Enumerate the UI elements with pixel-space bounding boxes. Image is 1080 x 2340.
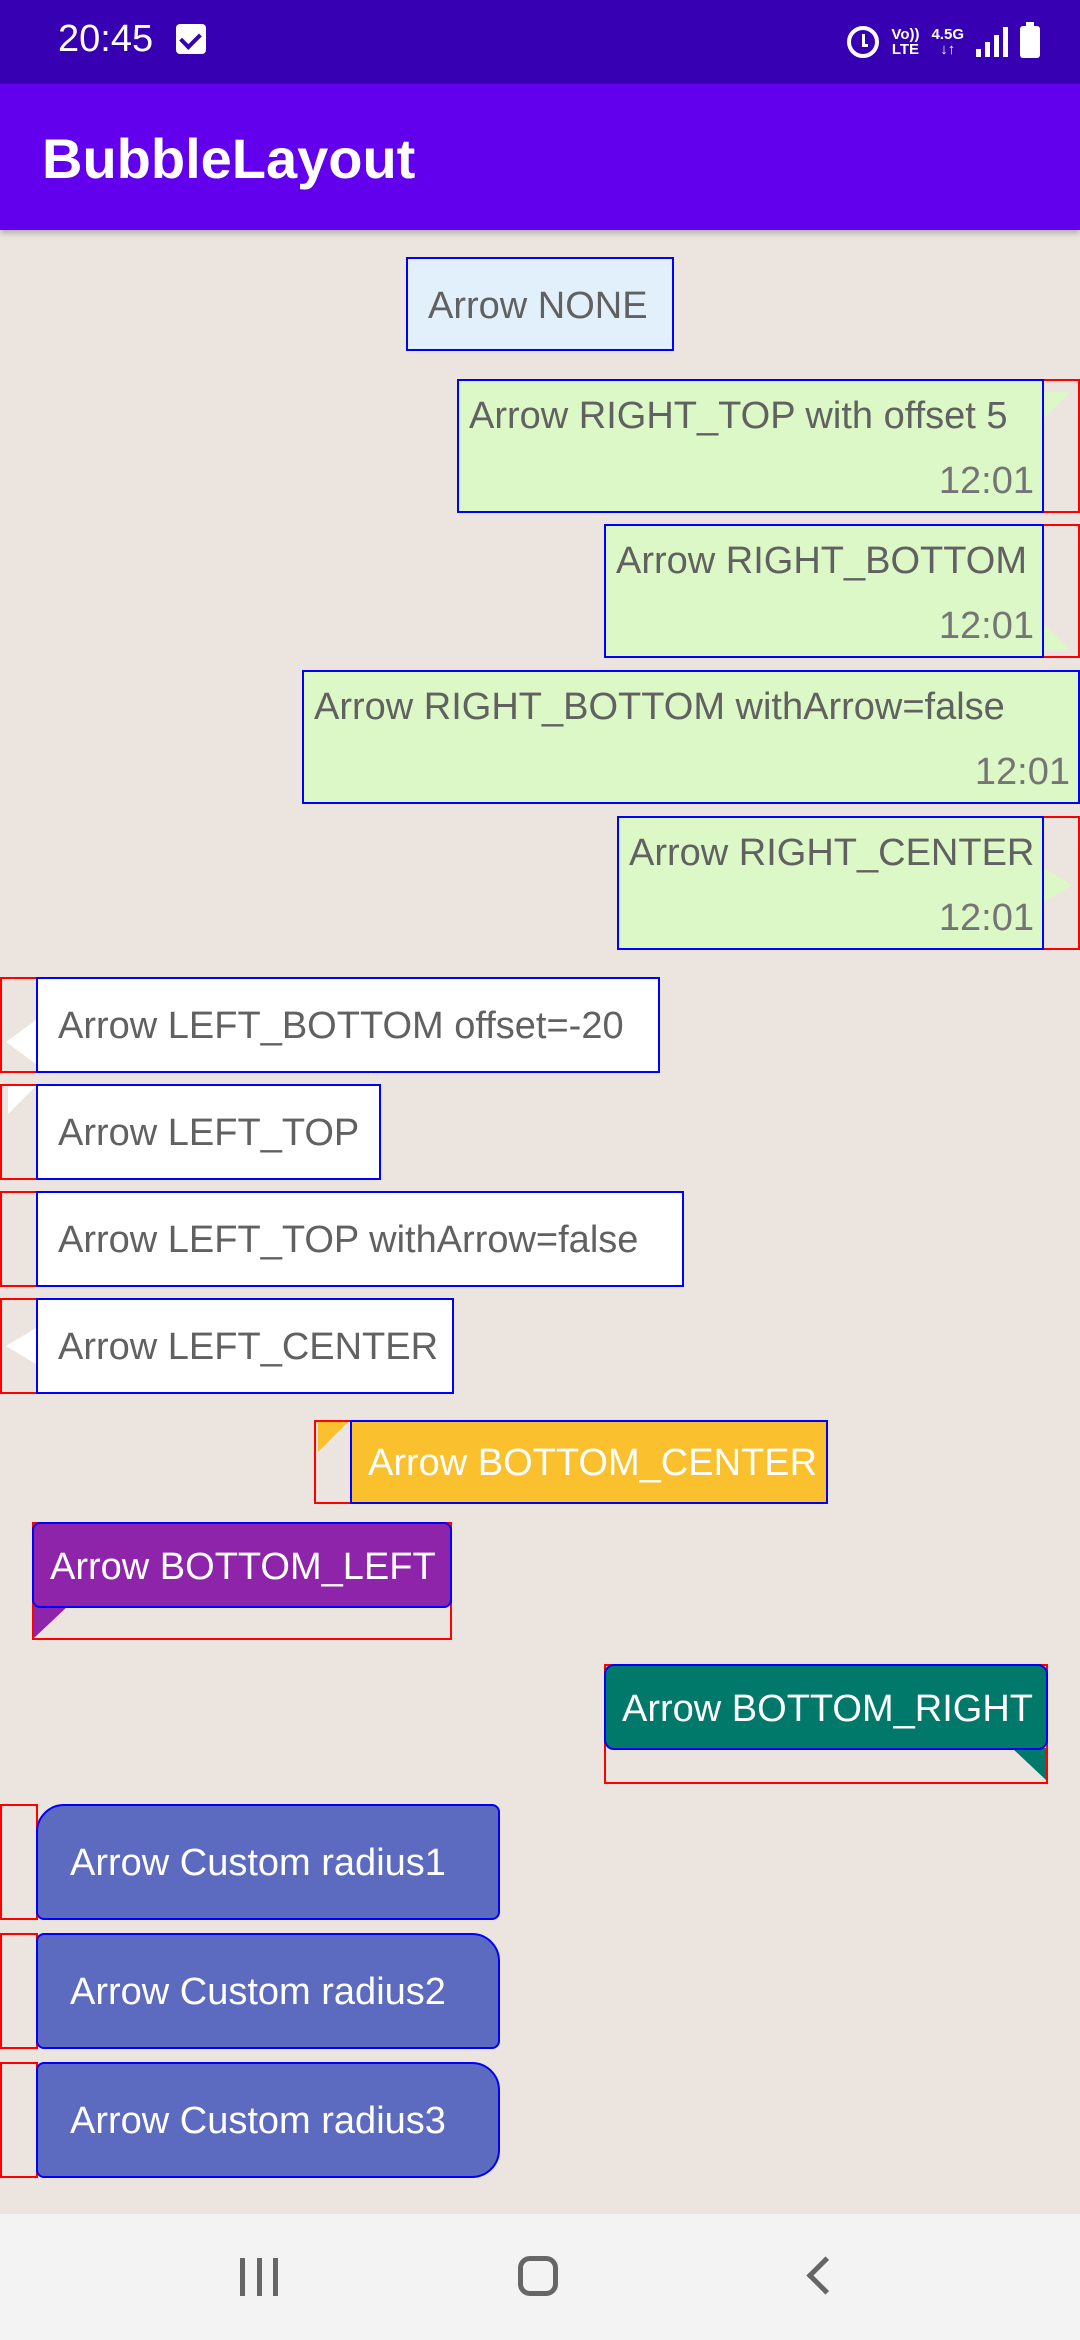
bubble-right-center[interactable]: Arrow RIGHT_CENTER 12:01 (617, 816, 1044, 950)
signal-icon (976, 27, 1008, 57)
bubble-custom-radius2[interactable]: Arrow Custom radius2 (36, 1933, 500, 2049)
bubble-custom-radius1[interactable]: Arrow Custom radius1 (36, 1804, 500, 1920)
bubble-right-bottom-no-arrow[interactable]: Arrow RIGHT_BOTTOM withArrow=false 12:01 (302, 670, 1080, 804)
bubble-left-top[interactable]: Arrow LEFT_TOP (36, 1084, 381, 1180)
bubble-text: Arrow LEFT_TOP (58, 1112, 360, 1154)
bubble-text: Arrow LEFT_CENTER (58, 1326, 439, 1368)
bubble-text: Arrow RIGHT_TOP with offset 5 (469, 395, 1008, 437)
network-type-icon: 4.5G ↓↑ (931, 26, 964, 58)
bubble-right-top[interactable]: Arrow RIGHT_TOP with offset 5 12:01 (457, 379, 1044, 513)
bubble-text: Arrow BOTTOM_RIGHT (622, 1688, 1033, 1730)
bubble-time: 12:01 (974, 751, 1070, 793)
bubble-text: Arrow RIGHT_BOTTOM withArrow=false (314, 686, 1005, 728)
bubble-text: Arrow NONE (428, 285, 648, 327)
bubble-text: Arrow LEFT_TOP withArrow=false (58, 1219, 639, 1261)
arrow-left-center (6, 1328, 36, 1364)
bubble-time: 12:01 (938, 897, 1034, 939)
arrow-frame (0, 2062, 38, 2178)
bubble-custom-radius3[interactable]: Arrow Custom radius3 (36, 2062, 500, 2178)
arrow-bottom-right (1012, 1748, 1046, 1780)
bubble-text: Arrow RIGHT_CENTER (629, 832, 1035, 874)
bubble-bottom-center[interactable]: Arrow BOTTOM_CENTER (350, 1420, 828, 1504)
bubble-arrow-none[interactable]: Arrow NONE (406, 257, 674, 351)
arrow-left-top (8, 1086, 36, 1114)
bubble-list: Arrow NONE Arrow RIGHT_TOP with offset 5… (0, 230, 1080, 2214)
battery-icon (1020, 22, 1040, 58)
bubble-bottom-left[interactable]: Arrow BOTTOM_LEFT (32, 1522, 452, 1608)
status-icons: Vo)) LTE 4.5G ↓↑ (847, 20, 1040, 64)
bubble-text: Arrow Custom radius3 (70, 2100, 446, 2142)
arrow-left-bottom (6, 1020, 36, 1064)
arrow-right-bottom (1042, 622, 1070, 650)
bubble-time: 12:01 (938, 605, 1034, 647)
arrow-frame (0, 1191, 38, 1287)
bubble-text: Arrow BOTTOM_LEFT (50, 1546, 436, 1588)
bubble-text: Arrow Custom radius2 (70, 1971, 446, 2013)
arrow-frame (0, 1933, 38, 2049)
volte-icon: Vo)) LTE (891, 26, 920, 58)
arrow-right-center (1042, 867, 1072, 903)
recent-apps-icon[interactable] (240, 2258, 278, 2296)
bubble-text: Arrow BOTTOM_CENTER (368, 1442, 818, 1484)
arrow-right-top (1042, 392, 1070, 420)
bubble-left-top-no-arrow[interactable]: Arrow LEFT_TOP withArrow=false (36, 1191, 684, 1287)
bubble-bottom-right[interactable]: Arrow BOTTOM_RIGHT (604, 1664, 1048, 1750)
navigation-bar (0, 2214, 1080, 2340)
bubble-left-center[interactable]: Arrow LEFT_CENTER (36, 1298, 454, 1394)
alarm-icon (847, 26, 880, 58)
arrow-bottom-center (318, 1422, 348, 1452)
status-bar: 20:45 Vo)) LTE 4.5G ↓↑ (0, 0, 1080, 84)
app-bar: BubbleLayout (0, 84, 1080, 230)
checklist-notification-icon (176, 24, 206, 54)
arrow-bottom-left (34, 1606, 68, 1638)
arrow-frame (0, 1804, 38, 1920)
bubble-right-bottom[interactable]: Arrow RIGHT_BOTTOM 12:01 (604, 524, 1044, 658)
bubble-text: Arrow LEFT_BOTTOM offset=-20 (58, 1005, 624, 1047)
bubble-text: Arrow RIGHT_BOTTOM (616, 540, 1027, 582)
home-icon[interactable] (518, 2256, 558, 2296)
bubble-left-bottom[interactable]: Arrow LEFT_BOTTOM offset=-20 (36, 977, 660, 1073)
bubble-time: 12:01 (938, 460, 1034, 502)
status-time: 20:45 (58, 18, 154, 60)
back-icon[interactable] (806, 2256, 845, 2295)
app-title: BubbleLayout (42, 127, 416, 190)
bubble-text: Arrow Custom radius1 (70, 1842, 446, 1884)
